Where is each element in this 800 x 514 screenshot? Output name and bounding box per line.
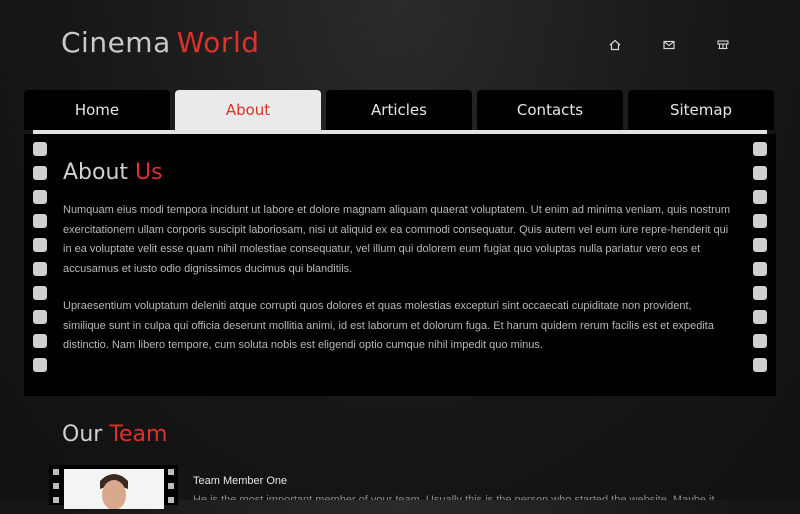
about-heading-part1: About [63, 160, 129, 185]
sitemap-icon[interactable] [712, 35, 734, 55]
nav-tab-home[interactable]: Home [24, 90, 170, 130]
film-perforations-left [33, 142, 47, 382]
about-heading-part2: Us [135, 160, 163, 185]
team-member-photo-frame [49, 465, 178, 510]
team-member-name[interactable]: Team Member One [193, 475, 287, 487]
logo-text-cinema: Cinema [61, 26, 171, 59]
site-logo[interactable]: Cinema World [61, 26, 260, 59]
main-nav: Home About Articles Contacts Sitemap [24, 90, 776, 132]
mail-icon[interactable] [658, 35, 680, 55]
logo-text-world: World [176, 26, 260, 59]
team-heading-part2: Team [109, 422, 168, 447]
header-icon-bar [604, 35, 734, 55]
nav-tab-contacts[interactable]: Contacts [477, 90, 623, 130]
about-panel: About Us Numquam eius modi tempora incid… [24, 134, 776, 396]
team-heading-part1: Our [62, 422, 103, 447]
about-heading: About Us [63, 160, 163, 185]
film-perforations-right [753, 142, 767, 382]
nav-tab-about[interactable]: About [175, 90, 321, 130]
nav-tab-articles[interactable]: Articles [326, 90, 472, 130]
about-paragraph-2: Upraesentium voluptatum deleniti atque c… [63, 300, 714, 351]
nav-tab-sitemap[interactable]: Sitemap [628, 90, 774, 130]
home-icon[interactable] [604, 35, 626, 55]
team-member-description: He is the most important member of your … [193, 494, 715, 500]
team-heading: Our Team [62, 422, 167, 447]
team-member-photo[interactable] [64, 469, 164, 510]
about-paragraph-1: Numquam eius modi tempora incidunt ut la… [63, 204, 731, 275]
